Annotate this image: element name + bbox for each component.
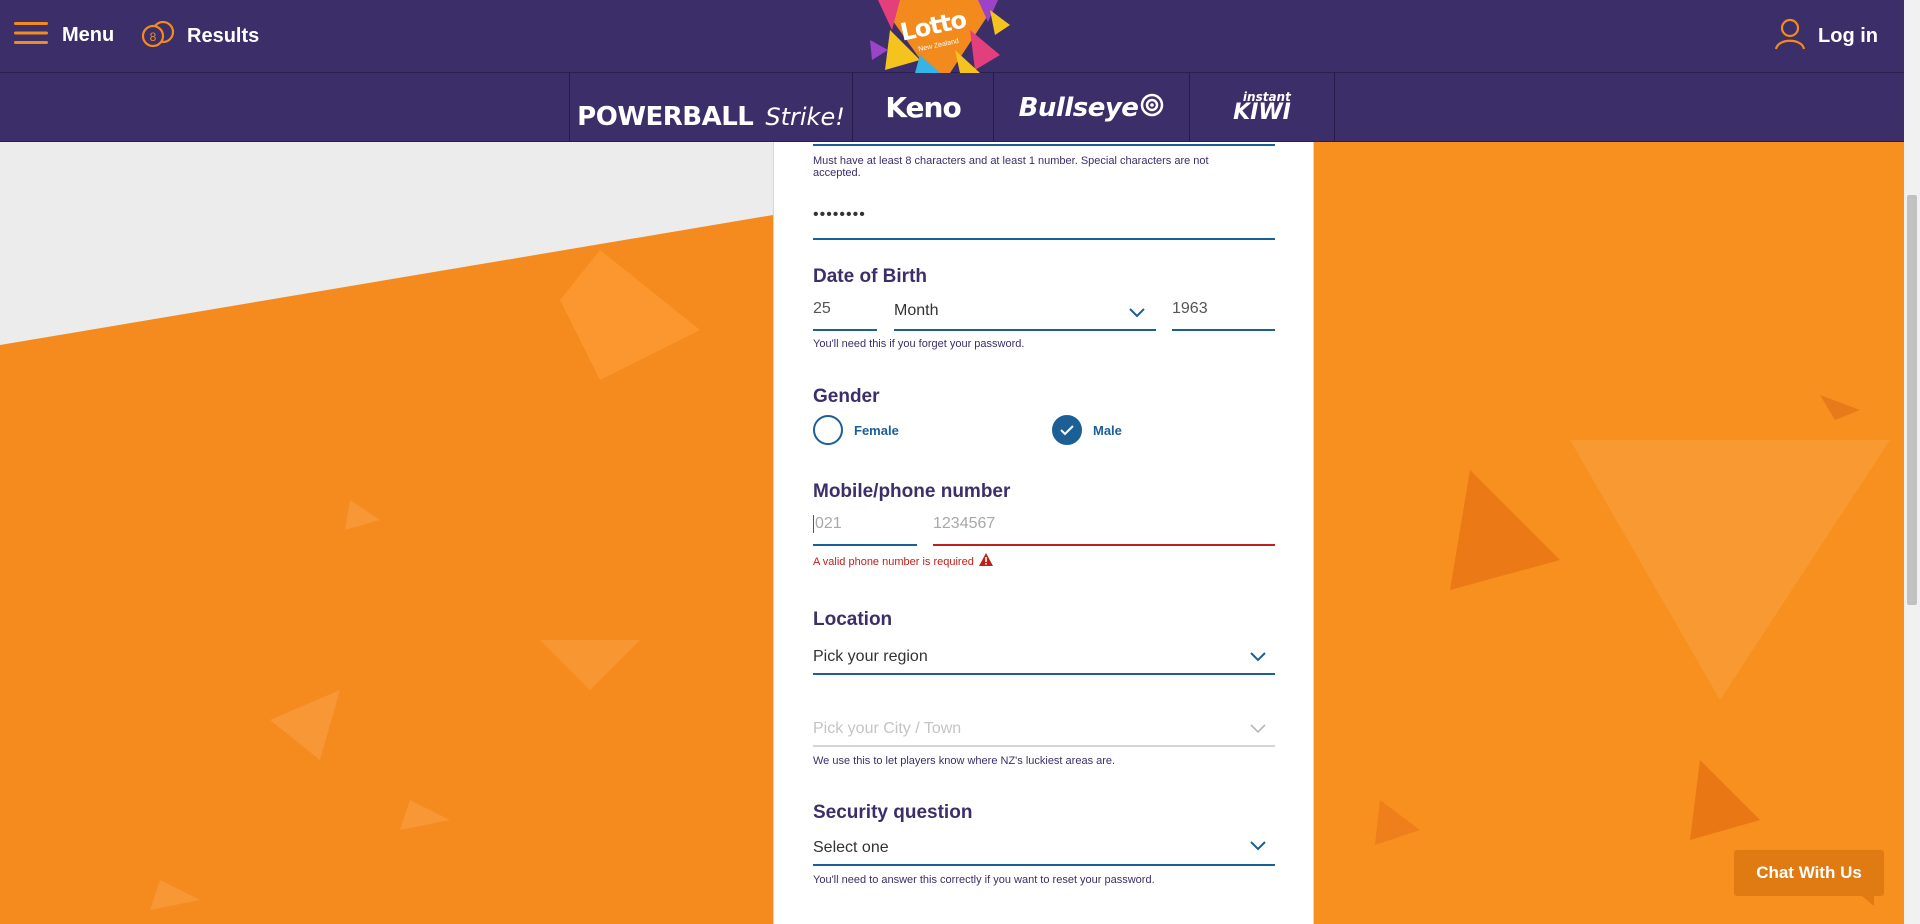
scrollbar-thumb[interactable] xyxy=(1907,195,1917,605)
chevron-down-icon xyxy=(1250,652,1266,662)
menu-button[interactable]: Menu xyxy=(14,20,114,51)
dob-month-underline xyxy=(894,329,1156,331)
svg-text:8: 8 xyxy=(150,30,157,44)
security-title: Security question xyxy=(813,802,973,823)
chevron-down-icon xyxy=(1129,308,1145,318)
phone-error-text: A valid phone number is required xyxy=(813,556,974,568)
game-tab-keno[interactable]: Keno xyxy=(852,73,993,142)
confirm-password-input[interactable]: •••••••• xyxy=(813,206,866,224)
checkmark-icon xyxy=(1060,425,1074,436)
gender-female-label[interactable]: Female xyxy=(854,423,899,438)
games-nav: POWERBALL Strike! Keno Bullseye instant … xyxy=(0,73,1904,142)
user-icon xyxy=(1774,18,1806,55)
confirm-password-underline xyxy=(813,238,1275,240)
city-underline xyxy=(813,745,1275,747)
warning-icon xyxy=(979,553,993,566)
hamburger-icon xyxy=(14,20,48,51)
lotto-balls-icon: 8 xyxy=(141,20,175,53)
gender-female-radio[interactable] xyxy=(813,415,843,445)
phone-number-underline xyxy=(933,544,1275,546)
target-icon xyxy=(1140,93,1164,122)
phone-title: Mobile/phone number xyxy=(813,481,1011,502)
chevron-down-icon xyxy=(1250,724,1266,734)
city-select[interactable]: Pick your City / Town xyxy=(813,720,961,738)
password-hint: Must have at least 8 characters and at l… xyxy=(813,155,1209,179)
keno-logo: Keno xyxy=(885,91,961,124)
top-header: Menu 8 Results Lotto New Zealand Log in xyxy=(0,0,1904,73)
gender-male-label[interactable]: Male xyxy=(1093,423,1122,438)
registration-form: Must have at least 8 characters and at l… xyxy=(773,142,1314,924)
chat-with-us-button[interactable]: Chat With Us xyxy=(1734,850,1884,906)
gender-title: Gender xyxy=(813,386,880,407)
region-underline xyxy=(813,673,1275,675)
lotto-nz-logo[interactable]: Lotto New Zealand xyxy=(860,0,1016,73)
dob-day-underline xyxy=(813,329,877,331)
location-title: Location xyxy=(813,609,893,630)
bullseye-logo: Bullseye xyxy=(1018,92,1139,123)
strike-logo: Strike! xyxy=(765,102,845,131)
gender-male-radio[interactable] xyxy=(1052,415,1082,445)
dob-title: Date of Birth xyxy=(813,266,927,287)
security-question-select[interactable]: Select one xyxy=(813,839,889,857)
phone-prefix-underline xyxy=(813,544,917,546)
dob-year-underline xyxy=(1172,329,1275,331)
dob-year-input[interactable]: 1963 xyxy=(1172,300,1208,318)
results-label: Results xyxy=(187,25,260,47)
powerball-logo: POWERBALL xyxy=(577,101,754,132)
dob-day-input[interactable]: 25 xyxy=(813,300,831,318)
page-scrollbar[interactable] xyxy=(1904,0,1920,924)
dob-month-select[interactable]: Month xyxy=(894,302,938,320)
results-button[interactable]: 8 Results xyxy=(141,20,259,53)
phone-prefix-input[interactable]: 021 xyxy=(813,515,842,533)
chevron-down-icon xyxy=(1250,841,1266,851)
login-label: Log in xyxy=(1818,25,1878,47)
password-field-underline xyxy=(813,144,1275,146)
game-tab-powerball[interactable]: POWERBALL Strike! xyxy=(569,73,852,142)
instant-kiwi-logo: instant KIWI xyxy=(1233,90,1291,125)
kiwi-label: KIWI xyxy=(1233,100,1291,125)
game-tab-instant-kiwi[interactable]: instant KIWI xyxy=(1189,73,1335,142)
security-hint: You'll need to answer this correctly if … xyxy=(813,874,1155,886)
location-hint: We use this to let players know where NZ… xyxy=(813,755,1116,767)
dob-hint: You'll need this if you forget your pass… xyxy=(813,338,1025,350)
phone-number-input[interactable]: 1234567 xyxy=(933,515,995,533)
game-tab-bullseye[interactable]: Bullseye xyxy=(993,73,1189,142)
menu-label: Menu xyxy=(62,24,115,46)
security-underline xyxy=(813,864,1275,866)
login-button[interactable]: Log in xyxy=(1774,18,1878,55)
region-select[interactable]: Pick your region xyxy=(813,648,928,666)
